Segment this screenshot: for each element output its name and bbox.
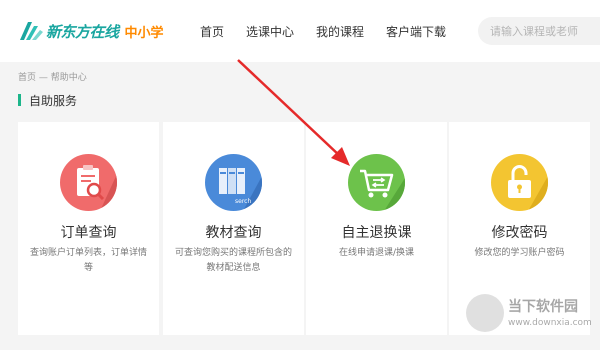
nav-home[interactable]: 首页 xyxy=(200,23,224,40)
logo[interactable]: 新东方在线 中小学 xyxy=(18,16,164,46)
main-nav: 首页 选课中心 我的课程 客户端下载 xyxy=(200,0,468,62)
watermark-logo-icon xyxy=(466,294,504,332)
card-description: 在线申请退课/换课 xyxy=(338,248,415,258)
lock-icon xyxy=(491,154,548,211)
card-order-query[interactable]: 订单查询 查询账户订单列表，订单详情等 xyxy=(18,122,159,335)
search-input[interactable]: 请输入课程或老师 xyxy=(478,17,600,45)
card-title: 修改密码 xyxy=(491,225,548,241)
watermark-url: www.downxia.com xyxy=(508,318,592,328)
books-icon: serch xyxy=(205,154,262,211)
card-course-exchange[interactable]: 自主退换课 在线申请退课/换课 xyxy=(306,122,447,335)
card-title: 教材查询 xyxy=(205,225,262,241)
cart-exchange-icon xyxy=(348,154,405,211)
logo-icon xyxy=(20,22,43,40)
breadcrumb: 首页 — 帮助中心 xyxy=(18,73,87,83)
nav-my-courses[interactable]: 我的课程 xyxy=(316,23,364,40)
section-accent-bar xyxy=(18,94,21,106)
top-header: 新东方在线 中小学 首页 选课中心 我的课程 客户端下载 请输入课程或老师 xyxy=(0,0,600,62)
card-title: 订单查询 xyxy=(60,225,117,241)
section-title: 自助服务 xyxy=(18,93,78,108)
watermark-text: 当下软件园 xyxy=(508,299,578,315)
card-description: 查询账户订单列表，订单详情等 xyxy=(30,248,148,273)
section-title-text: 自助服务 xyxy=(29,93,78,108)
nav-course-center[interactable]: 选课中心 xyxy=(246,23,294,40)
nav-client-download[interactable]: 客户端下载 xyxy=(386,23,446,40)
order-search-icon xyxy=(60,154,117,211)
logo-text: 新东方在线 xyxy=(46,22,119,41)
card-description: 修改您的学习账户密码 xyxy=(474,248,565,258)
card-textbook-query[interactable]: serch 教材查询 可查询您购买的课程所包含的教材配送信息 xyxy=(163,122,304,335)
watermark: 当下软件园 www.downxia.com xyxy=(466,288,600,340)
search-placeholder: 请输入课程或老师 xyxy=(490,25,578,38)
card-description: 可查询您购买的课程所包含的教材配送信息 xyxy=(175,248,293,273)
card-title: 自主退换课 xyxy=(341,225,412,241)
books-icon-label: serch xyxy=(235,198,251,205)
logo-subtitle: 中小学 xyxy=(124,25,164,41)
